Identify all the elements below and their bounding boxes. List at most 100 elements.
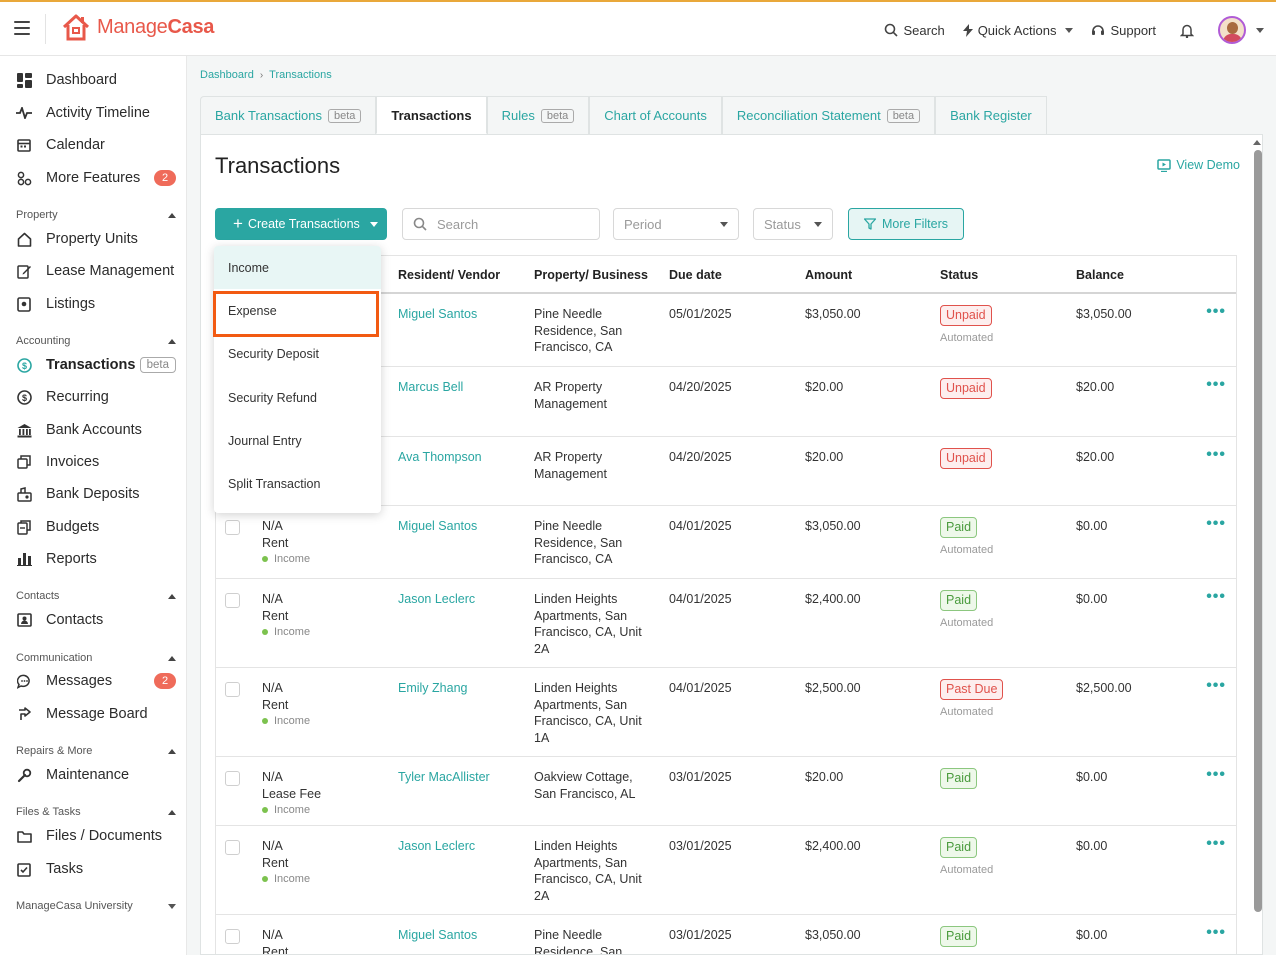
resident-vendor-link[interactable]: Emily Zhang bbox=[398, 680, 467, 697]
resident-vendor-link[interactable]: Miguel Santos bbox=[398, 306, 477, 323]
menu-toggle-icon[interactable] bbox=[14, 21, 30, 35]
row-actions-icon[interactable]: ••• bbox=[1206, 767, 1226, 783]
sidebar-item-files-documents[interactable]: Files / Documents bbox=[0, 822, 186, 850]
period-select[interactable]: Period bbox=[613, 208, 739, 240]
breadcrumb-dashboard[interactable]: Dashboard bbox=[200, 69, 254, 81]
resident-vendor-link[interactable]: Jason Leclerc bbox=[398, 591, 475, 608]
section-university[interactable]: ManageCasa University bbox=[16, 900, 176, 912]
sidebar-item-listings[interactable]: Listings bbox=[0, 290, 186, 318]
row-checkbox[interactable] bbox=[225, 593, 240, 608]
sidebar-item-budgets[interactable]: Budgets bbox=[0, 513, 186, 541]
amount: $20.00 bbox=[805, 770, 844, 784]
sidebar-item-recurring[interactable]: $ Recurring bbox=[0, 383, 186, 411]
status-select[interactable]: Status bbox=[753, 208, 833, 240]
search-field[interactable] bbox=[402, 208, 600, 240]
sidebar-item-calendar[interactable]: Calendar bbox=[0, 131, 186, 159]
resident-vendor-link[interactable]: Miguel Santos bbox=[398, 927, 477, 944]
row-actions-icon[interactable]: ••• bbox=[1206, 836, 1226, 852]
sidebar-item-activity-timeline[interactable]: Activity Timeline bbox=[0, 99, 186, 127]
row-checkbox[interactable] bbox=[225, 929, 240, 944]
row-actions-icon[interactable]: ••• bbox=[1206, 447, 1226, 463]
sidebar-item-contacts[interactable]: Contacts bbox=[0, 606, 186, 634]
sidebar-item-bank-accounts[interactable]: Bank Accounts bbox=[0, 416, 186, 444]
sidebar-item-dashboard[interactable]: Dashboard bbox=[0, 66, 186, 94]
sidebar-item-property-units[interactable]: Property Units bbox=[0, 225, 186, 253]
resident-vendor-link[interactable]: Miguel Santos bbox=[398, 518, 477, 535]
menu-item-security-deposit[interactable]: Security Deposit bbox=[214, 332, 381, 375]
notifications-button[interactable] bbox=[1180, 23, 1194, 38]
scrollbar-thumb[interactable] bbox=[1254, 150, 1262, 912]
sidebar-item-message-board[interactable]: Message Board bbox=[0, 700, 186, 728]
menu-item-income[interactable]: Income bbox=[214, 246, 381, 289]
view-demo-link[interactable]: View Demo bbox=[1157, 158, 1240, 172]
section-contacts[interactable]: Contacts bbox=[16, 590, 176, 602]
row-actions-icon[interactable]: ••• bbox=[1206, 925, 1226, 941]
row-checkbox[interactable] bbox=[225, 840, 240, 855]
row-checkbox[interactable] bbox=[225, 771, 240, 786]
table-row[interactable]: N/A Rent Income Emily Zhang Linden Heigh… bbox=[216, 668, 1236, 757]
table-row[interactable]: N/A Rent Income Miguel Santos Pine Needl… bbox=[216, 506, 1236, 579]
column-header[interactable]: Amount bbox=[805, 268, 852, 282]
menu-item-split-transaction[interactable]: Split Transaction bbox=[214, 462, 381, 505]
tab-bank-register[interactable]: Bank Register bbox=[935, 96, 1047, 134]
row-actions-icon[interactable]: ••• bbox=[1206, 304, 1226, 320]
table-row[interactable]: N/A Lease Fee Income Tyler MacAllister O… bbox=[216, 757, 1236, 826]
property-line: Francisco, CA bbox=[534, 552, 613, 566]
menu-item-journal-entry[interactable]: Journal Entry bbox=[214, 419, 381, 462]
row-actions-icon[interactable]: ••• bbox=[1206, 589, 1226, 605]
sidebar-item-lease-management[interactable]: Lease Management bbox=[0, 257, 186, 285]
table-row[interactable]: N/A Rent Income Jason Leclerc Linden Hei… bbox=[216, 579, 1236, 668]
transaction-info: N/A Rent Income bbox=[262, 680, 310, 730]
resident-vendor-link[interactable]: Marcus Bell bbox=[398, 379, 463, 396]
sidebar-item-bank-deposits[interactable]: Bank Deposits bbox=[0, 480, 186, 508]
sidebar-item-invoices[interactable]: Invoices bbox=[0, 448, 186, 476]
sidebar-item-label: Invoices bbox=[46, 454, 100, 470]
column-header[interactable]: Status bbox=[940, 268, 978, 282]
category-dot-icon bbox=[262, 629, 268, 636]
section-accounting[interactable]: Accounting bbox=[16, 335, 176, 347]
table-row[interactable]: N/A Rent Miguel Santos Pine Needle Resid… bbox=[216, 915, 1236, 954]
create-transactions-button[interactable]: + Create Transactions bbox=[215, 208, 387, 240]
board-icon bbox=[16, 706, 32, 722]
table-row[interactable]: N/A Rent Income Jason Leclerc Linden Hei… bbox=[216, 826, 1236, 915]
resident-vendor-link[interactable]: Tyler MacAllister bbox=[398, 769, 490, 786]
row-actions-icon[interactable]: ••• bbox=[1206, 516, 1226, 532]
column-header[interactable]: Balance bbox=[1076, 268, 1124, 282]
tab-rules[interactable]: Rules beta bbox=[486, 96, 590, 134]
resident-vendor-link[interactable]: Ava Thompson bbox=[398, 449, 482, 466]
row-checkbox[interactable] bbox=[225, 682, 240, 697]
support-button[interactable]: Support bbox=[1091, 23, 1156, 38]
sidebar-item-transactions[interactable]: $ Transactions beta bbox=[0, 351, 186, 379]
column-header[interactable]: Resident/ Vendor bbox=[398, 268, 500, 282]
column-header[interactable]: Property/ Business bbox=[534, 268, 648, 282]
menu-item-expense[interactable]: Expense bbox=[214, 289, 381, 332]
sidebar-item-maintenance[interactable]: Maintenance bbox=[0, 761, 186, 789]
sidebar-item-reports[interactable]: Reports bbox=[0, 545, 186, 573]
section-repairs[interactable]: Repairs & More bbox=[16, 745, 176, 757]
section-files[interactable]: Files & Tasks bbox=[16, 806, 176, 818]
tab-reconciliation-statement[interactable]: Reconciliation Statement beta bbox=[721, 96, 936, 134]
due-date: 04/20/2025 bbox=[669, 380, 732, 394]
sidebar-item-messages[interactable]: Messages 2 bbox=[0, 667, 186, 695]
scroll-up-icon[interactable] bbox=[1253, 140, 1261, 145]
tab-chart-of-accounts[interactable]: Chart of Accounts bbox=[589, 96, 722, 134]
row-actions-icon[interactable]: ••• bbox=[1206, 678, 1226, 694]
tab-bank-transactions[interactable]: Bank Transactions beta bbox=[200, 96, 377, 134]
resident-vendor-link[interactable]: Jason Leclerc bbox=[398, 838, 475, 855]
section-property[interactable]: Property bbox=[16, 209, 176, 221]
row-checkbox[interactable] bbox=[225, 520, 240, 535]
quick-actions-button[interactable]: Quick Actions bbox=[962, 23, 1074, 38]
column-header[interactable]: Due date bbox=[669, 268, 722, 282]
search-input[interactable] bbox=[437, 216, 587, 232]
sidebar-item-label: Calendar bbox=[46, 137, 105, 153]
sidebar-item-more-features[interactable]: More Features 2 bbox=[0, 164, 186, 192]
more-filters-button[interactable]: More Filters bbox=[848, 208, 964, 240]
section-communication[interactable]: Communication bbox=[16, 652, 176, 664]
search-button[interactable]: Search bbox=[884, 23, 945, 38]
user-menu[interactable] bbox=[1218, 16, 1264, 44]
tab-transactions[interactable]: Transactions bbox=[376, 96, 487, 134]
logo[interactable]: ManageCasa bbox=[61, 12, 214, 42]
sidebar-item-tasks[interactable]: Tasks bbox=[0, 855, 186, 883]
menu-item-security-refund[interactable]: Security Refund bbox=[214, 376, 381, 419]
row-actions-icon[interactable]: ••• bbox=[1206, 377, 1226, 393]
